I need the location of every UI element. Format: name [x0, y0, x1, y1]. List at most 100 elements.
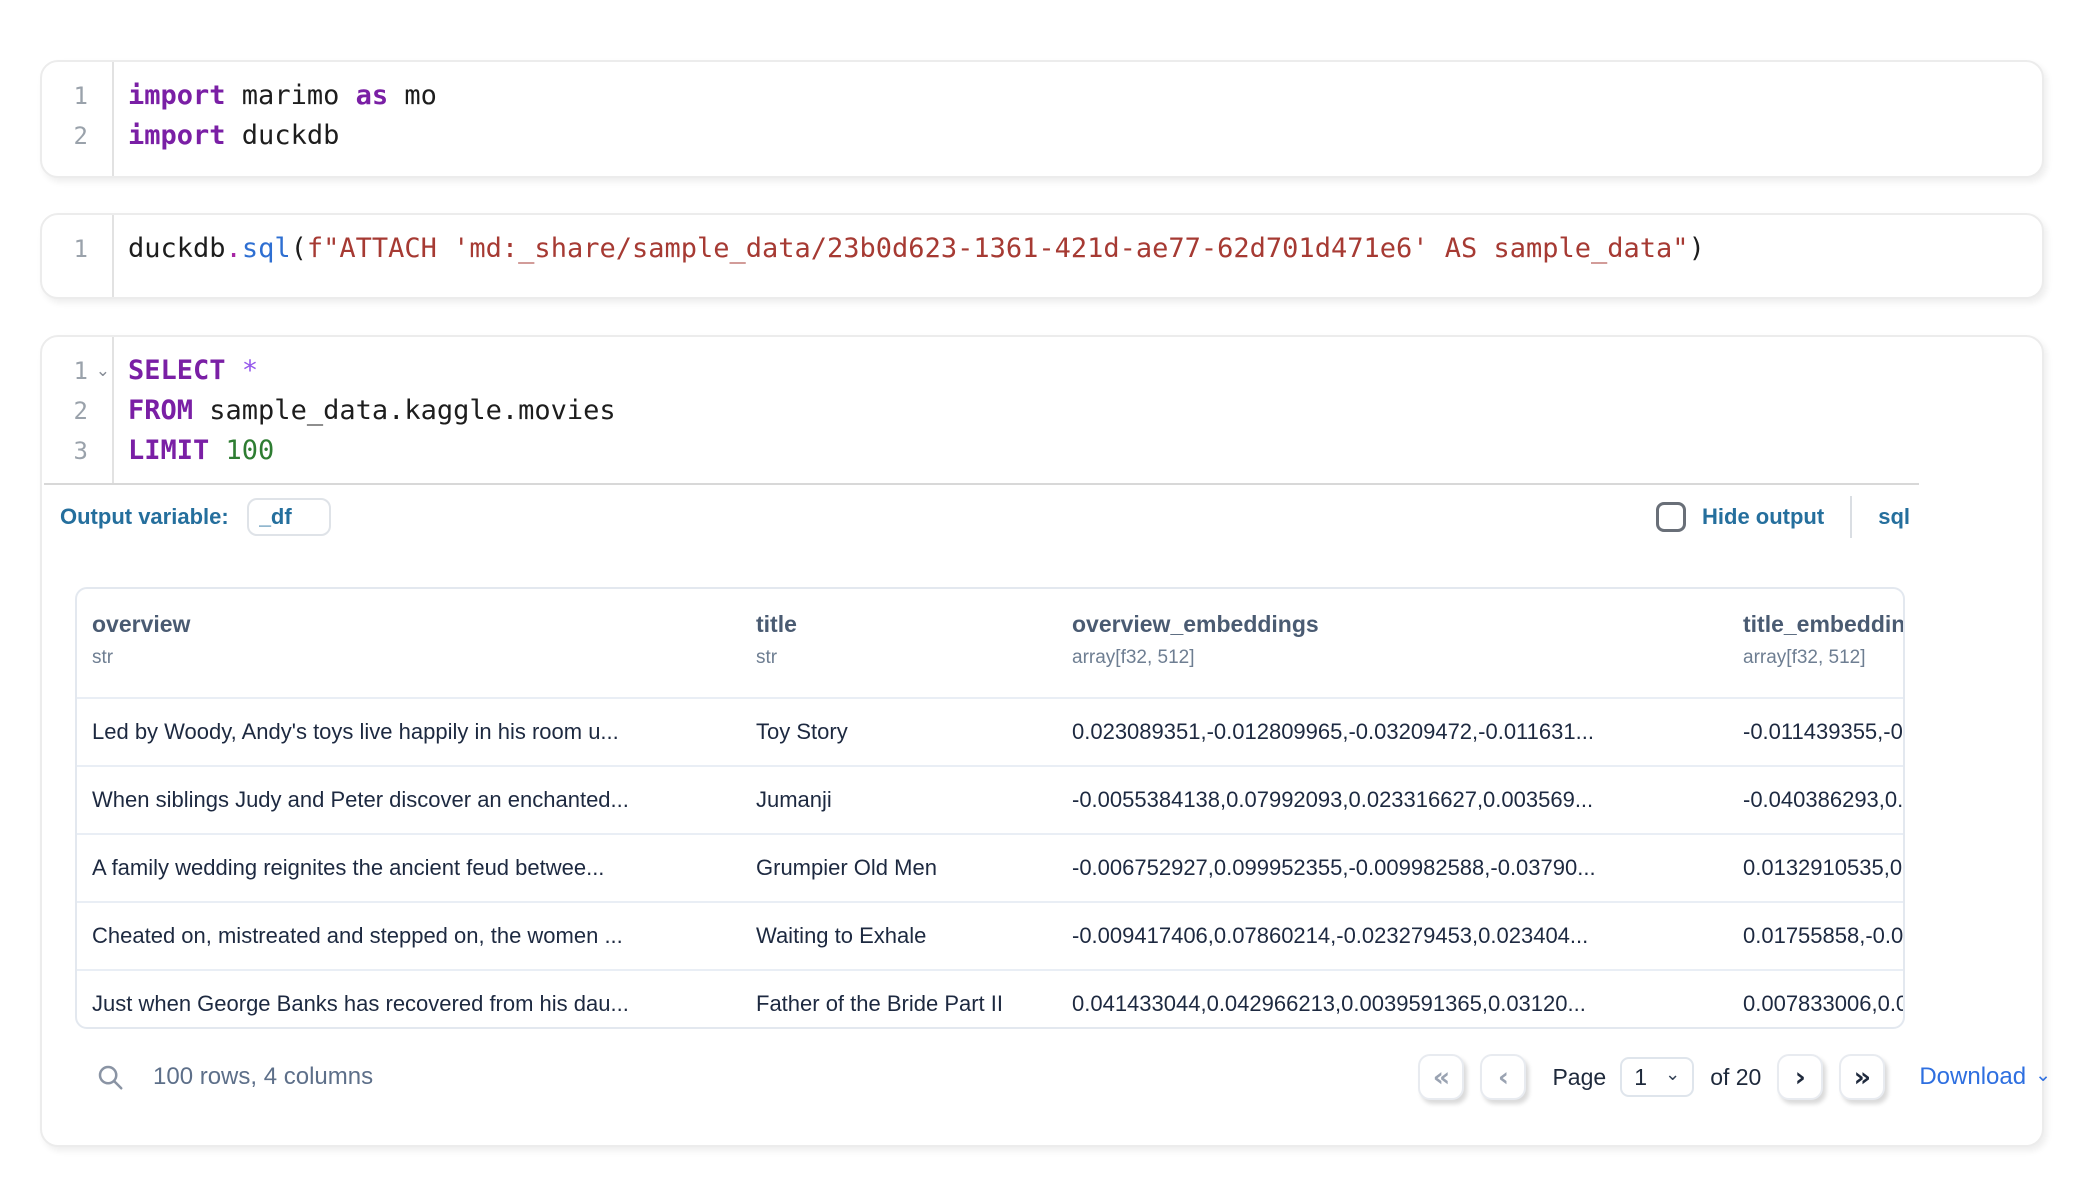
output-variable-input[interactable] [247, 498, 331, 536]
code-token-pl: sample_data.kaggle.movies [193, 395, 616, 426]
table-cell: Grumpier Old Men [756, 855, 1072, 881]
download-label: Download [1919, 1063, 2026, 1091]
table-cell: 0.01755858,-0.00862864 [1743, 923, 1903, 949]
column-header[interactable]: overview str [92, 611, 756, 697]
table-body: Led by Woody, Andy's toys live happily i… [77, 697, 1903, 1029]
code-token-str: f"ATTACH 'md:_share/sample_data/23b0d623… [307, 233, 1689, 264]
page-number-select[interactable]: 1 ⌄ [1620, 1057, 1694, 1097]
table-cell: -0.006752927,0.099952355,-0.009982588,-0… [1072, 855, 1743, 881]
code-token-pl [226, 355, 242, 386]
last-page-button[interactable]: » [1839, 1054, 1885, 1100]
code-lines: duckdb.sql(f"ATTACH 'md:_share/sample_da… [114, 215, 2042, 297]
code-token-star: * [242, 355, 258, 386]
column-name: overview [92, 611, 756, 638]
line-number: 1 [42, 229, 112, 269]
line-number-gutter: 1⌄23 [42, 337, 114, 483]
table-footer: 100 rows, 4 columns « ‹ Page 1 ⌄ of 20 › [75, 1040, 2051, 1114]
line-number-gutter: 12 [42, 62, 114, 176]
code-cell-imports: 12 import marimo as moimport duckdb [40, 60, 2044, 178]
double-chevron-left-icon: « [1433, 1064, 1450, 1091]
code-token-kw: LIMIT [128, 435, 209, 466]
column-header[interactable]: title str [756, 611, 1072, 697]
table-cell: -0.011439355,-0.027525 [1743, 719, 1903, 745]
code-token-pl: ) [1689, 233, 1705, 264]
code-token-pl: ( [291, 233, 307, 264]
code-line[interactable]: FROM sample_data.kaggle.movies [128, 391, 2042, 431]
line-number: 1 [42, 76, 112, 116]
divider [1850, 496, 1852, 538]
code-line[interactable]: import marimo as mo [128, 76, 2042, 116]
chevron-down-icon: ⌄ [2035, 1064, 2051, 1087]
line-number: 3 [42, 431, 112, 471]
table-row[interactable]: Just when George Banks has recovered fro… [77, 969, 1903, 1029]
code-line[interactable]: duckdb.sql(f"ATTACH 'md:_share/sample_da… [128, 229, 2042, 269]
column-type: array[f32, 512] [1743, 647, 1905, 669]
code-token-kw: SELECT [128, 355, 226, 386]
column-header[interactable]: title_embeddings array[f32, 512] [1743, 611, 1905, 697]
chevron-down-icon: ⌄ [1665, 1064, 1680, 1085]
line-number: 1⌄ [42, 351, 112, 391]
table-cell: Father of the Bride Part II [756, 991, 1072, 1017]
code-token-num: 100 [226, 435, 275, 466]
table-cell: Toy Story [756, 719, 1072, 745]
table-cell: 0.023089351,-0.012809965,-0.03209472,-0.… [1072, 719, 1743, 745]
download-button[interactable]: Download ⌄ [1919, 1063, 2051, 1091]
marimo-notebook: 12 import marimo as moimport duckdb 1 du… [0, 0, 2086, 1192]
pagination-controls: « ‹ Page 1 ⌄ of 20 › » Download [1402, 1054, 2051, 1100]
language-badge[interactable]: sql [1878, 504, 1910, 530]
table-cell: 0.007833006,0.0978013 [1743, 991, 1903, 1017]
table-row[interactable]: When siblings Judy and Peter discover an… [77, 765, 1903, 833]
column-name: title_embeddings [1743, 611, 1905, 638]
code-token-kw: import [128, 80, 226, 111]
chevron-right-icon: › [1795, 1064, 1806, 1091]
code-token-pl: marimo [226, 80, 356, 111]
code-token-pl [209, 435, 225, 466]
table-row[interactable]: Cheated on, mistreated and stepped on, t… [77, 901, 1903, 969]
table-cell: Cheated on, mistreated and stepped on, t… [92, 923, 756, 949]
table-cell: -0.040386293,0.0684511 [1743, 787, 1903, 813]
table-cell: Waiting to Exhale [756, 923, 1072, 949]
table-cell: Just when George Banks has recovered fro… [92, 991, 756, 1017]
line-number-gutter: 1 [42, 215, 114, 297]
code-line[interactable]: import duckdb [128, 116, 2042, 156]
column-name: overview_embeddings [1072, 611, 1743, 638]
table-header-row: overviewstrtitlestroverview_embeddingsar… [77, 589, 1903, 697]
next-page-button[interactable]: › [1777, 1054, 1823, 1100]
column-type: array[f32, 512] [1072, 647, 1743, 669]
hide-output-checkbox[interactable] [1656, 502, 1686, 532]
code-token-pl: duckdb [128, 233, 226, 264]
code-cell-attach: 1 duckdb.sql(f"ATTACH 'md:_share/sample_… [40, 213, 2044, 299]
dataframe-table: overviewstrtitlestroverview_embeddingsar… [75, 587, 1905, 1029]
code-token-kw: as [356, 80, 389, 111]
row-count-summary: 100 rows, 4 columns [153, 1063, 373, 1091]
code-token-fn: sql [242, 233, 291, 264]
table-cell: Jumanji [756, 787, 1072, 813]
table-cell: -0.009417406,0.07860214,-0.023279453,0.0… [1072, 923, 1743, 949]
previous-page-button[interactable]: ‹ [1480, 1054, 1526, 1100]
output-variable-label: Output variable: [60, 504, 229, 530]
table-row[interactable]: A family wedding reignites the ancient f… [77, 833, 1903, 901]
code-token-kw: FROM [128, 395, 193, 426]
code-editor[interactable]: 12 import marimo as moimport duckdb [42, 62, 2042, 176]
column-header[interactable]: overview_embeddings array[f32, 512] [1072, 611, 1743, 697]
code-line[interactable]: SELECT * [128, 351, 2042, 391]
table-cell: Led by Woody, Andy's toys live happily i… [92, 719, 756, 745]
table-cell: 0.0132910535,0.069588 [1743, 855, 1903, 881]
hide-output-label[interactable]: Hide output [1702, 504, 1824, 530]
chevron-left-icon: ‹ [1498, 1064, 1509, 1091]
table-row[interactable]: Led by Woody, Andy's toys live happily i… [77, 697, 1903, 765]
code-editor[interactable]: 1 duckdb.sql(f"ATTACH 'md:_share/sample_… [42, 215, 2042, 297]
code-lines: import marimo as moimport duckdb [114, 62, 2042, 176]
column-type: str [756, 647, 1072, 669]
code-token-kw: import [128, 120, 226, 151]
code-line[interactable]: LIMIT 100 [128, 431, 2042, 471]
code-editor[interactable]: 1⌄23 SELECT *FROM sample_data.kaggle.mov… [42, 337, 2042, 483]
first-page-button[interactable]: « [1418, 1054, 1464, 1100]
page-label: Page [1552, 1064, 1606, 1091]
column-name: title [756, 611, 1072, 638]
table-cell: 0.041433044,0.042966213,0.0039591365,0.0… [1072, 991, 1743, 1017]
search-icon[interactable] [95, 1062, 125, 1092]
output-variable-bar: Output variable: Hide output sql [42, 485, 2042, 549]
fold-chevron-icon[interactable]: ⌄ [96, 351, 110, 391]
column-type: str [92, 647, 756, 669]
